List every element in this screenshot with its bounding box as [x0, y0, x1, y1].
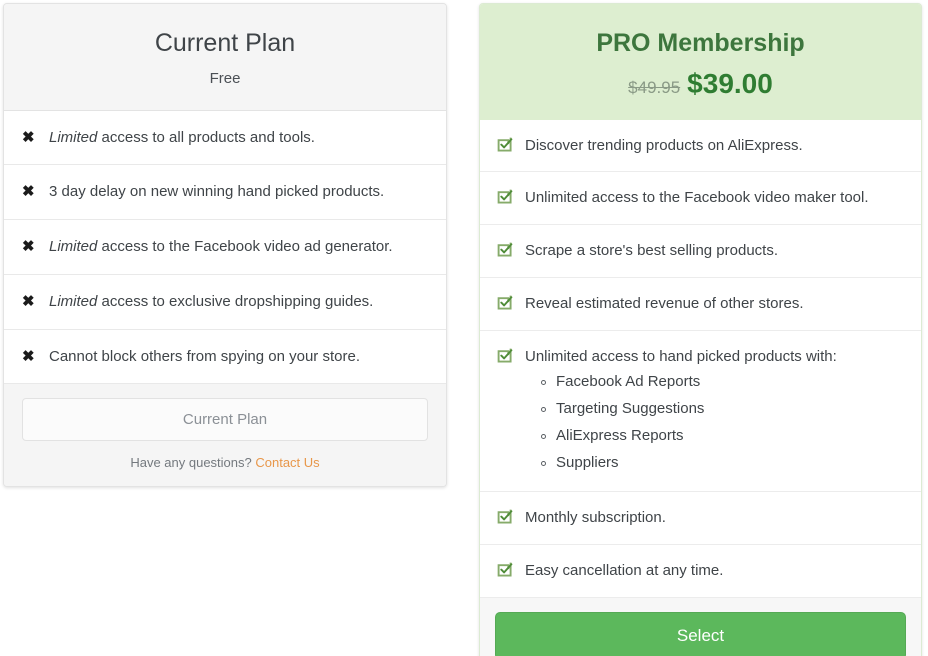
free-plan-title: Current Plan [18, 30, 432, 58]
list-item: ✖ Limited access to exclusive dropshippin… [4, 275, 446, 330]
pricing-comparison: Current Plan Free ✖ Limited access to all… [0, 0, 928, 656]
sub-list-item: Facebook Ad Reports [539, 369, 905, 396]
check-square-icon [497, 348, 515, 366]
select-button[interactable]: Select [495, 612, 906, 656]
list-item-body: Reveal estimated revenue of other stores… [525, 293, 905, 315]
check-square-icon [497, 562, 515, 580]
emphasis-text: Limited [49, 238, 97, 255]
pro-plan-old-price: $49.95 [628, 78, 680, 97]
questions-label: Have any questions? [130, 455, 255, 470]
list-item: Unlimited access to the Facebook video m… [480, 172, 921, 225]
pro-plan-card: PRO Membership $49.95 $39.00 Discover tre… [479, 3, 922, 656]
free-plan-header: Current Plan Free [4, 4, 446, 111]
list-item: Monthly subscription. [480, 492, 921, 545]
contact-us-link[interactable]: Contact Us [255, 455, 319, 470]
list-item-label: Limited access to all products and tools… [49, 127, 430, 149]
list-item-body: Unlimited access to hand picked products… [525, 346, 905, 477]
list-item-label: Unlimited access to the Facebook video m… [525, 187, 905, 209]
free-plan-footer: Current Plan Have any questions? Contact… [4, 384, 446, 486]
check-square-icon [497, 242, 515, 260]
sub-list-item: Suppliers [539, 450, 905, 477]
free-plan-card: Current Plan Free ✖ Limited access to all… [3, 3, 447, 487]
list-item-label: Unlimited access to hand picked products… [525, 346, 905, 368]
pro-plan-price: $49.95 $39.00 [494, 68, 907, 100]
list-item-body: Discover trending products on AliExpress… [525, 135, 905, 157]
list-item: Discover trending products on AliExpress… [480, 120, 921, 173]
list-item-label: Easy cancellation at any time. [525, 560, 905, 582]
sub-list-item: Targeting Suggestions [539, 396, 905, 423]
cross-icon: ✖ [22, 236, 39, 258]
sub-list-item: AliExpress Reports [539, 423, 905, 450]
check-square-icon [497, 137, 515, 155]
pro-plan-new-price: $39.00 [687, 68, 773, 99]
list-item-body: Unlimited access to the Facebook video m… [525, 187, 905, 209]
free-plan-feature-list: ✖ Limited access to all products and tool… [4, 111, 446, 385]
list-item: ✖ Limited access to the Facebook video ad… [4, 220, 446, 275]
list-item-label: Reveal estimated revenue of other stores… [525, 293, 905, 315]
pro-plan-title: PRO Membership [494, 30, 907, 58]
pro-plan-footer: Select [480, 598, 921, 656]
list-item: Unlimited access to hand picked products… [480, 331, 921, 493]
list-item: ✖ 3 day delay on new winning hand picked … [4, 165, 446, 220]
list-item-label: Cannot block others from spying on your … [49, 346, 430, 368]
check-square-icon [497, 509, 515, 527]
pro-plan-header: PRO Membership $49.95 $39.00 [480, 4, 921, 120]
emphasis-text: Limited [49, 129, 97, 146]
cross-icon: ✖ [22, 127, 39, 149]
cross-icon: ✖ [22, 346, 39, 368]
cross-icon: ✖ [22, 181, 39, 203]
cross-icon: ✖ [22, 291, 39, 313]
list-item: ✖ Limited access to all products and tool… [4, 111, 446, 166]
list-item: Easy cancellation at any time. [480, 545, 921, 598]
list-item-label: Monthly subscription. [525, 507, 905, 529]
list-item-body: Scrape a store's best selling products. [525, 240, 905, 262]
pro-plan-feature-list: Discover trending products on AliExpress… [480, 120, 921, 598]
list-item-body: Monthly subscription. [525, 507, 905, 529]
questions-text: Have any questions? Contact Us [22, 455, 428, 470]
sub-feature-list: Facebook Ad ReportsTargeting Suggestions… [525, 369, 905, 476]
list-item-label: 3 day delay on new winning hand picked p… [49, 181, 430, 203]
list-item-label: Limited access to exclusive dropshipping… [49, 291, 430, 313]
emphasis-text: Limited [49, 293, 97, 310]
list-item-label: Limited access to the Facebook video ad … [49, 236, 430, 258]
list-item-body: Easy cancellation at any time. [525, 560, 905, 582]
list-item: Reveal estimated revenue of other stores… [480, 278, 921, 331]
free-plan-price: Free [18, 70, 432, 88]
check-square-icon [497, 295, 515, 313]
check-square-icon [497, 189, 515, 207]
list-item: ✖ Cannot block others from spying on your… [4, 330, 446, 385]
list-item: Scrape a store's best selling products. [480, 225, 921, 278]
list-item-label: Scrape a store's best selling products. [525, 240, 905, 262]
current-plan-button[interactable]: Current Plan [22, 398, 428, 441]
list-item-label: Discover trending products on AliExpress… [525, 135, 905, 157]
